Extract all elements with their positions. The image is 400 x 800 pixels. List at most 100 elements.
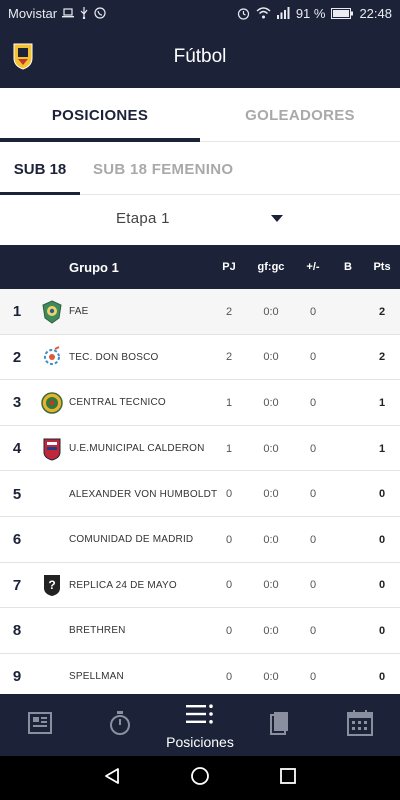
- home-button[interactable]: [170, 756, 230, 800]
- table-row[interactable]: 3 CENTRAL TECNICO 1 0:0 0 1: [0, 380, 400, 426]
- position: 1: [12, 303, 22, 321]
- position: 4: [12, 440, 22, 458]
- goal-difference-value: 0: [309, 488, 317, 501]
- table-row[interactable]: 2 TEC. DON BOSCO 2 0:0 0 2: [0, 334, 400, 381]
- bonus-value: [336, 289, 360, 335]
- goals-value: 0:0: [263, 533, 279, 546]
- main-tab-indicator: [0, 138, 200, 142]
- points-value: 0: [378, 579, 386, 592]
- table-row[interactable]: 6 COMUNIDAD DE MADRID 0 0:0 0 0: [0, 516, 400, 563]
- table-row[interactable]: 1 FAE 2 0:0 0 2: [0, 289, 400, 335]
- goals-value: 0:0: [263, 442, 279, 455]
- tab-goleadores[interactable]: GOLEADORES: [200, 88, 400, 142]
- column-header-b: B: [344, 261, 352, 273]
- goal-difference-value: 0: [309, 670, 317, 683]
- points-value: 0: [378, 670, 386, 683]
- goals-value: 0:0: [263, 579, 279, 592]
- bonus-value: [336, 563, 360, 609]
- nav-cards[interactable]: [240, 694, 320, 756]
- goals-value: 0:0: [263, 624, 279, 637]
- team-name: ALEXANDER VON HUMBOLDT: [69, 488, 218, 500]
- team-name: FAE: [69, 306, 89, 318]
- app-title: Fútbol: [173, 46, 227, 67]
- goals-value: 0:0: [263, 305, 279, 318]
- don-bosco-crest-icon: [39, 335, 65, 381]
- home-circle-icon: [190, 766, 210, 791]
- played-value: 2: [225, 305, 233, 318]
- played-value: 1: [225, 396, 233, 409]
- team-name: BRETHREN: [69, 625, 126, 637]
- bonus-value: [336, 380, 360, 426]
- bonus-value: [336, 654, 360, 700]
- central-tecnico-crest-icon: [39, 380, 65, 426]
- position: 8: [12, 622, 22, 640]
- bonus-value: [336, 517, 360, 563]
- back-button[interactable]: [82, 756, 142, 800]
- goal-difference-value: 0: [309, 624, 317, 637]
- goals-value: 0:0: [263, 670, 279, 683]
- position: 7: [12, 576, 22, 594]
- table-row[interactable]: 8 BRETHREN 0 0:0 0 0: [0, 608, 400, 654]
- goals-value: 0:0: [263, 488, 279, 501]
- clock: 22:48: [359, 5, 392, 21]
- stopwatch-icon: [108, 710, 132, 741]
- recent-apps-button[interactable]: [258, 756, 318, 800]
- table-row[interactable]: 4 U.E.MUNICIPAL CALDERON 1 0:0 0 1: [0, 425, 400, 472]
- points-value: 1: [378, 396, 386, 409]
- tab-sub-18[interactable]: SUB 18: [0, 143, 80, 195]
- position: 5: [12, 485, 22, 503]
- carrier-name: Movistar: [8, 5, 58, 21]
- nav-posiciones[interactable]: Posiciones: [160, 694, 240, 756]
- status-bar: Movistar 91 % 22:48: [0, 0, 400, 26]
- unknown-crest-icon: ?: [39, 563, 65, 609]
- column-header-pts: Pts: [373, 261, 391, 273]
- column-header-pj: PJ: [222, 261, 236, 273]
- calderon-crest-icon: [39, 426, 65, 472]
- tab-sub-18-femenino[interactable]: SUB 18 FEMENINO: [93, 143, 233, 195]
- alarm-icon: [237, 7, 250, 20]
- played-value: 0: [225, 533, 233, 546]
- points-value: 2: [378, 305, 386, 318]
- bonus-value: [336, 471, 360, 517]
- table-row[interactable]: 7 ? REPLICA 24 DE MAYO 0 0:0 0 0: [0, 562, 400, 609]
- played-value: 0: [225, 670, 233, 683]
- standings-list-icon: [186, 704, 214, 729]
- played-value: 0: [225, 579, 233, 592]
- position: 9: [12, 668, 22, 686]
- back-triangle-icon: [103, 767, 121, 790]
- standings-table: 1 FAE 2 0:0 0 2 2 TEC. DON BOSCO 2 0:0 0…: [0, 289, 400, 700]
- points-value: 0: [378, 624, 386, 637]
- tab-posiciones[interactable]: POSICIONES: [0, 88, 200, 142]
- goals-value: 0:0: [263, 351, 279, 364]
- position: 2: [12, 348, 22, 366]
- goal-difference-value: 0: [309, 579, 317, 592]
- laptop-icon: [62, 8, 75, 18]
- position: 3: [12, 394, 22, 412]
- played-value: 1: [225, 442, 233, 455]
- team-name: CENTRAL TECNICO: [69, 397, 166, 409]
- team-name: SPELLMAN: [69, 671, 124, 683]
- battery-percent: 91 %: [295, 5, 326, 21]
- nav-news[interactable]: [0, 694, 80, 756]
- category-tabs: SUB 18 SUB 18 FEMENINO: [0, 143, 400, 195]
- team-name: U.E.MUNICIPAL CALDERON: [69, 443, 205, 455]
- main-tabs: POSICIONES GOLEADORES: [0, 88, 400, 142]
- battery-icon: [331, 7, 354, 19]
- column-header-diff: +/-: [306, 261, 320, 273]
- standings-header: Grupo 1 PJ gf:gc +/- B Pts: [0, 245, 400, 289]
- fae-crest-icon: [39, 289, 65, 335]
- goal-difference-value: 0: [309, 396, 317, 409]
- team-name: COMUNIDAD DE MADRID: [69, 534, 194, 546]
- recent-apps-square-icon: [279, 767, 297, 790]
- nav-live[interactable]: [80, 694, 160, 756]
- table-row[interactable]: 9 SPELLMAN 0 0:0 0 0: [0, 653, 400, 700]
- column-header-gf-gc: gf:gc: [257, 261, 285, 273]
- table-row[interactable]: 5 ALEXANDER VON HUMBOLDT 0 0:0 0 0: [0, 471, 400, 517]
- bottom-navigation: Posiciones: [0, 694, 400, 756]
- nav-calendar[interactable]: [320, 694, 400, 756]
- points-value: 0: [378, 488, 386, 501]
- calendar-icon: [347, 709, 373, 741]
- points-value: 2: [378, 351, 386, 364]
- group-title: Grupo 1: [69, 259, 119, 275]
- stage-dropdown[interactable]: Etapa 1: [0, 196, 400, 244]
